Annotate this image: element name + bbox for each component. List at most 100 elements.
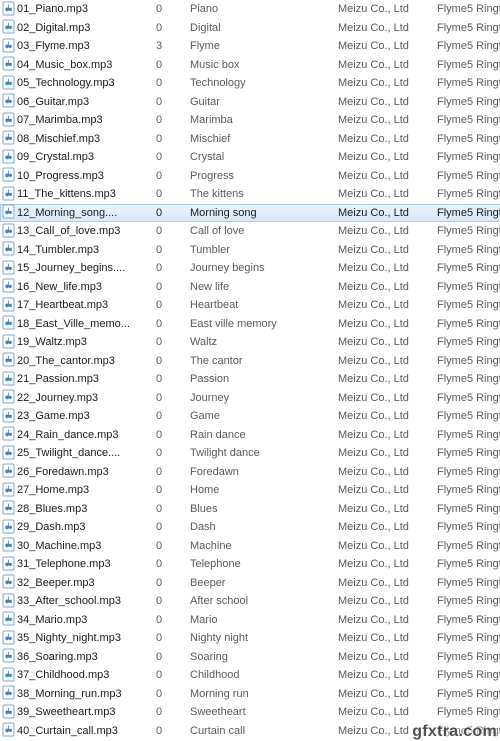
album-cell[interactable]: Flyme5 Ringtones <box>437 629 500 648</box>
table-row[interactable]: 24_Rain_dance.mp30Rain danceMeizu Co., L… <box>0 426 500 445</box>
album-cell[interactable]: Flyme5 Ringtones <box>437 555 500 574</box>
table-row[interactable]: 01_Piano.mp30PianoMeizu Co., LtdFlyme5 R… <box>0 0 500 19</box>
album-cell[interactable]: Flyme5 Ringtones <box>437 278 500 297</box>
table-row[interactable]: 32_Beeper.mp30BeeperMeizu Co., LtdFlyme5… <box>0 574 500 593</box>
artist-cell[interactable]: Meizu Co., Ltd <box>338 56 437 75</box>
title-cell[interactable]: Game <box>190 407 338 426</box>
title-cell[interactable]: New life <box>190 278 338 297</box>
filename-cell[interactable]: 11_The_kittens.mp3 <box>0 185 152 204</box>
rating-cell[interactable]: 0 <box>152 611 190 630</box>
table-row[interactable]: 05_Technology.mp30TechnologyMeizu Co., L… <box>0 74 500 93</box>
title-cell[interactable]: Morning song <box>190 204 338 223</box>
rating-cell[interactable]: 0 <box>152 333 190 352</box>
filename-cell[interactable]: 06_Guitar.mp3 <box>0 93 152 112</box>
rating-cell[interactable]: 0 <box>152 592 190 611</box>
table-row[interactable]: 27_Home.mp30HomeMeizu Co., LtdFlyme5 Rin… <box>0 481 500 500</box>
filename-cell[interactable]: 31_Telephone.mp3 <box>0 555 152 574</box>
table-row[interactable]: 37_Childhood.mp30ChildhoodMeizu Co., Ltd… <box>0 666 500 685</box>
table-row[interactable]: 23_Game.mp30GameMeizu Co., LtdFlyme5 Rin… <box>0 407 500 426</box>
filename-cell[interactable]: 32_Beeper.mp3 <box>0 574 152 593</box>
rating-cell[interactable]: 0 <box>152 167 190 186</box>
rating-cell[interactable]: 0 <box>152 463 190 482</box>
album-cell[interactable]: Flyme5 Ringtones <box>437 74 500 93</box>
title-cell[interactable]: Marimba <box>190 111 338 130</box>
artist-cell[interactable]: Meizu Co., Ltd <box>338 93 437 112</box>
title-cell[interactable]: After school <box>190 592 338 611</box>
artist-cell[interactable]: Meizu Co., Ltd <box>338 204 437 223</box>
filename-cell[interactable]: 04_Music_box.mp3 <box>0 56 152 75</box>
title-cell[interactable]: Technology <box>190 74 338 93</box>
title-cell[interactable]: Twilight dance <box>190 444 338 463</box>
table-row[interactable]: 22_Journey.mp30JourneyMeizu Co., LtdFlym… <box>0 389 500 408</box>
rating-cell[interactable]: 0 <box>152 148 190 167</box>
rating-cell[interactable]: 0 <box>152 185 190 204</box>
filename-cell[interactable]: 29_Dash.mp3 <box>0 518 152 537</box>
table-row[interactable]: 15_Journey_begins....0Journey beginsMeiz… <box>0 259 500 278</box>
title-cell[interactable]: Waltz <box>190 333 338 352</box>
artist-cell[interactable]: Meizu Co., Ltd <box>338 444 437 463</box>
filename-cell[interactable]: 16_New_life.mp3 <box>0 278 152 297</box>
table-row[interactable]: 29_Dash.mp30DashMeizu Co., LtdFlyme5 Rin… <box>0 518 500 537</box>
rating-cell[interactable]: 0 <box>152 222 190 241</box>
rating-cell[interactable]: 0 <box>152 518 190 537</box>
title-cell[interactable]: Piano <box>190 0 338 19</box>
filename-cell[interactable]: 17_Heartbeat.mp3 <box>0 296 152 315</box>
rating-cell[interactable]: 0 <box>152 389 190 408</box>
artist-cell[interactable]: Meizu Co., Ltd <box>338 130 437 149</box>
title-cell[interactable]: Mischief <box>190 130 338 149</box>
artist-cell[interactable]: Meizu Co., Ltd <box>338 703 437 722</box>
filename-cell[interactable]: 07_Marimba.mp3 <box>0 111 152 130</box>
artist-cell[interactable]: Meizu Co., Ltd <box>338 0 437 19</box>
filename-cell[interactable]: 15_Journey_begins.... <box>0 259 152 278</box>
album-cell[interactable]: Flyme5 Ringtones <box>437 685 500 704</box>
table-row[interactable]: 21_Passion.mp30PassionMeizu Co., LtdFlym… <box>0 370 500 389</box>
title-cell[interactable]: Morning run <box>190 685 338 704</box>
artist-cell[interactable]: Meizu Co., Ltd <box>338 685 437 704</box>
table-row[interactable]: 19_Waltz.mp30WaltzMeizu Co., LtdFlyme5 R… <box>0 333 500 352</box>
title-cell[interactable]: Dash <box>190 518 338 537</box>
artist-cell[interactable]: Meizu Co., Ltd <box>338 463 437 482</box>
rating-cell[interactable]: 0 <box>152 537 190 556</box>
rating-cell[interactable]: 0 <box>152 574 190 593</box>
artist-cell[interactable]: Meizu Co., Ltd <box>338 185 437 204</box>
artist-cell[interactable]: Meizu Co., Ltd <box>338 241 437 260</box>
table-row[interactable]: 30_Machine.mp30MachineMeizu Co., LtdFlym… <box>0 537 500 556</box>
artist-cell[interactable]: Meizu Co., Ltd <box>338 555 437 574</box>
title-cell[interactable]: Soaring <box>190 648 338 667</box>
artist-cell[interactable]: Meizu Co., Ltd <box>338 222 437 241</box>
filename-cell[interactable]: 36_Soaring.mp3 <box>0 648 152 667</box>
filename-cell[interactable]: 21_Passion.mp3 <box>0 370 152 389</box>
album-cell[interactable]: Flyme5 Ringtones <box>437 93 500 112</box>
artist-cell[interactable]: Meizu Co., Ltd <box>338 592 437 611</box>
title-cell[interactable]: Crystal <box>190 148 338 167</box>
album-cell[interactable]: Flyme5 Ringtones <box>437 315 500 334</box>
filename-cell[interactable]: 35_Nighty_night.mp3 <box>0 629 152 648</box>
artist-cell[interactable]: Meizu Co., Ltd <box>338 389 437 408</box>
table-row[interactable]: 18_East_Ville_memo...0East ville memoryM… <box>0 315 500 334</box>
title-cell[interactable]: Progress <box>190 167 338 186</box>
title-cell[interactable]: Guitar <box>190 93 338 112</box>
album-cell[interactable]: Flyme5 Ringtones <box>437 352 500 371</box>
artist-cell[interactable]: Meizu Co., Ltd <box>338 19 437 38</box>
table-row[interactable]: 12_Morning_song....0Morning songMeizu Co… <box>0 204 500 223</box>
album-cell[interactable]: Flyme5 Ringtones <box>437 148 500 167</box>
album-cell[interactable]: Flyme5 Ringtones <box>437 518 500 537</box>
filename-cell[interactable]: 03_Flyme.mp3 <box>0 37 152 56</box>
filename-cell[interactable]: 40_Curtain_call.mp3 <box>0 722 152 741</box>
artist-cell[interactable]: Meizu Co., Ltd <box>338 500 437 519</box>
album-cell[interactable]: Flyme5 Ringtones <box>437 56 500 75</box>
filename-cell[interactable]: 30_Machine.mp3 <box>0 537 152 556</box>
filename-cell[interactable]: 14_Tumbler.mp3 <box>0 241 152 260</box>
filename-cell[interactable]: 13_Call_of_love.mp3 <box>0 222 152 241</box>
artist-cell[interactable]: Meizu Co., Ltd <box>338 722 437 741</box>
artist-cell[interactable]: Meizu Co., Ltd <box>338 370 437 389</box>
album-cell[interactable]: Flyme5 Ringtones <box>437 130 500 149</box>
filename-cell[interactable]: 18_East_Ville_memo... <box>0 315 152 334</box>
table-row[interactable]: 04_Music_box.mp30Music boxMeizu Co., Ltd… <box>0 56 500 75</box>
table-row[interactable]: 28_Blues.mp30BluesMeizu Co., LtdFlyme5 R… <box>0 500 500 519</box>
title-cell[interactable]: Music box <box>190 56 338 75</box>
title-cell[interactable]: Home <box>190 481 338 500</box>
table-row[interactable]: 02_Digital.mp30DigitalMeizu Co., LtdFlym… <box>0 19 500 38</box>
table-row[interactable]: 08_Mischief.mp30MischiefMeizu Co., LtdFl… <box>0 130 500 149</box>
filename-cell[interactable]: 28_Blues.mp3 <box>0 500 152 519</box>
